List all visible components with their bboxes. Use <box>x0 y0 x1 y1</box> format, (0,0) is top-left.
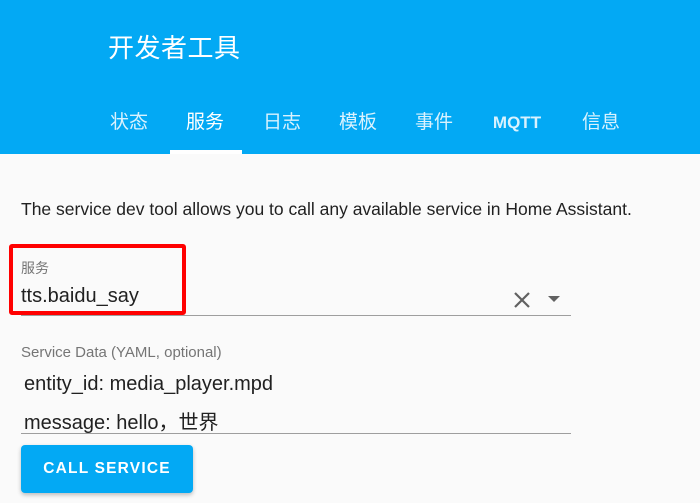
tab-bar: 状态 服务 日志 模板 事件 MQTT 信息 <box>0 100 700 154</box>
tab-logs[interactable]: 日志 <box>261 100 303 154</box>
service-data-field[interactable]: Service Data (YAML, optional) entity_id:… <box>21 340 571 436</box>
service-field-underline <box>21 315 571 316</box>
dropdown-arrow-icon[interactable] <box>547 292 561 306</box>
tab-mqtt[interactable]: MQTT <box>487 100 547 154</box>
tab-template[interactable]: 模板 <box>337 100 379 154</box>
call-service-button[interactable]: CALL SERVICE <box>21 445 193 493</box>
service-data-label: Service Data (YAML, optional) <box>21 344 222 361</box>
service-description: The service dev tool allows you to call … <box>21 199 632 219</box>
service-data-line[interactable]: message: hello，世界 <box>24 406 219 435</box>
app-header: 开发者工具 状态 服务 日志 模板 事件 MQTT 信息 <box>0 0 700 154</box>
tab-states[interactable]: 状态 <box>108 100 150 154</box>
highlight-annotation <box>9 244 186 315</box>
tab-services[interactable]: 服务 <box>184 100 226 154</box>
service-data-underline <box>21 433 571 434</box>
active-tab-indicator <box>170 150 242 154</box>
close-icon[interactable] <box>511 289 533 311</box>
tab-events[interactable]: 事件 <box>413 100 455 154</box>
tab-info[interactable]: 信息 <box>580 100 622 154</box>
service-data-line[interactable]: entity_id: media_player.mpd <box>24 373 273 396</box>
page-title: 开发者工具 <box>108 33 241 63</box>
